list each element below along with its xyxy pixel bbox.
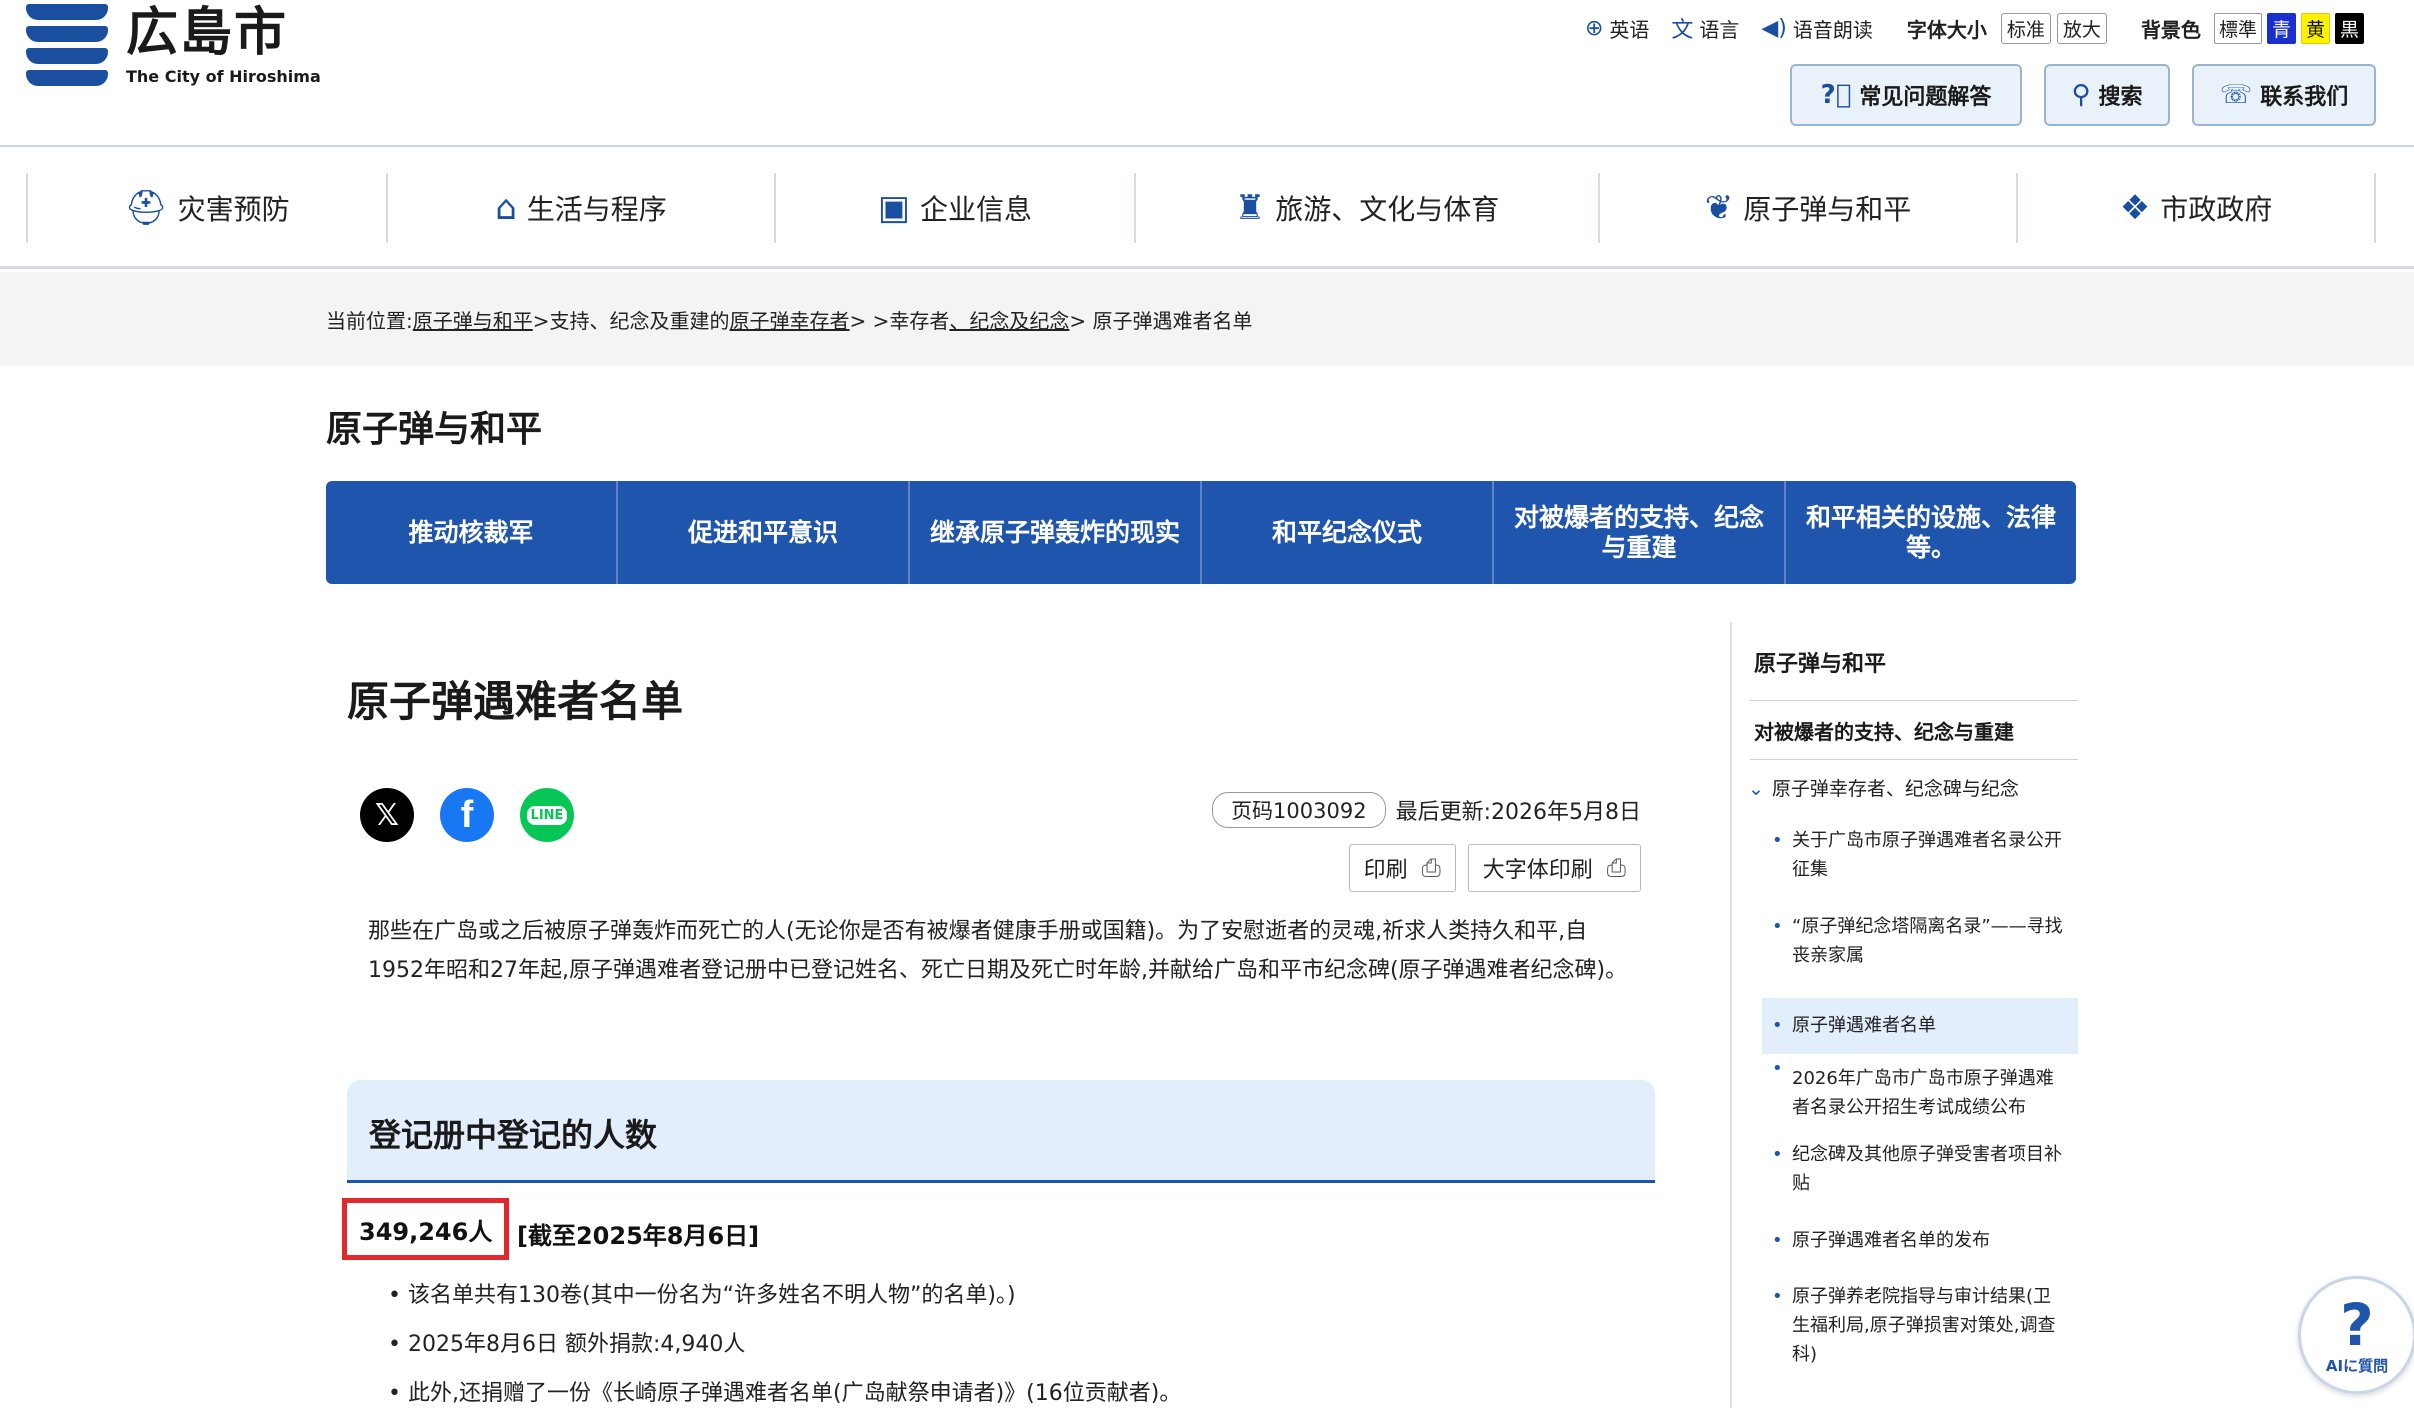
count-date: [截至2025年8月6日] xyxy=(517,1222,760,1250)
contact-button[interactable]: ☏ 联系我们 xyxy=(2192,64,2376,126)
sidebar-item[interactable]: 原子弹遇难者名单的发布 xyxy=(1762,1226,2078,1282)
global-nav: ⛑ 灾害预防 ⌂ 生活与程序 ▣ 企业信息 ♜ 旅游、文化与体育 ❦ 原子弹与和… xyxy=(0,149,2414,269)
x-share-icon[interactable]: 𝕏 xyxy=(360,788,414,842)
nav-life-procedures[interactable]: ⌂ 生活与程序 xyxy=(386,172,774,243)
nav-tourism-culture[interactable]: ♜ 旅游、文化与体育 xyxy=(1134,172,1598,243)
printer-icon: ⎙ xyxy=(1606,854,1626,882)
breadcrumb-current: > 原子弹遇难者名单 xyxy=(1069,309,1253,333)
list-item: 该名单共有130卷(其中一份名为“许多姓名不明人物”的名单)。) xyxy=(388,1275,1648,1324)
print-button[interactable]: 印刷 ⎙ xyxy=(1348,844,1456,892)
breadcrumb: 当前位置:原子弹与和平>支持、纪念及重建的原子弹幸存者> >幸存者、纪念及纪念>… xyxy=(0,272,2414,366)
ai-help-button[interactable]: ? AIに質問 xyxy=(2298,1276,2414,1394)
translate-icon: 文 xyxy=(1671,18,1694,43)
faq-button[interactable]: ?⃞ 常见问题解答 xyxy=(1790,64,2022,126)
printer-icon: ⎙ xyxy=(1421,854,1441,882)
sidebar-subcategory[interactable]: ⌄ 原子弹幸存者、纪念碑与纪念 xyxy=(1748,774,2019,801)
print-buttons: 印刷 ⎙ 大字体印刷 ⎙ xyxy=(1337,844,1641,892)
search-button[interactable]: ⚲ 搜索 xyxy=(2044,64,2170,126)
page-meta: 页码1003092 最后更新:2026年5月8日 xyxy=(1212,792,1641,828)
question-mark-icon: ? xyxy=(2340,1290,2374,1359)
sidebar-item[interactable]: 原子弹养老院指导与审计结果(卫生福利局,原子弹损害对策处,调查科) xyxy=(1762,1282,2078,1382)
sidebar-item[interactable]: 纪念碑及其他原子弹受害者项目补贴 xyxy=(1762,1140,2078,1226)
large-print-button[interactable]: 大字体印刷 ⎙ xyxy=(1467,844,1641,892)
last-updated: 最后更新:2026年5月8日 xyxy=(1395,800,1641,825)
sidebar-heading[interactable]: 原子弹与和平 xyxy=(1754,646,1886,678)
local-nav-sidebar: 原子弹与和平 对被爆者的支持、纪念与重建 ⌄原子弹幸存者、纪念碑与纪念 关于广岛… xyxy=(1730,622,2078,1408)
nav-disaster-prevention[interactable]: ⛑ 灾害预防 xyxy=(26,172,386,243)
lead-paragraph: 那些在广岛或之后被原子弹轰炸而死亡的人(无论你是否有被爆者健康手册或国籍)。为了… xyxy=(368,919,1628,983)
site-logo[interactable]: 広島市 The City of Hiroshima xyxy=(26,4,321,86)
question-doc-icon: ?⃞ xyxy=(1820,80,1852,110)
dove-icon: ❦ xyxy=(1704,187,1734,228)
section-heading: 登记册中登记的人数 xyxy=(369,1116,658,1154)
breadcrumb-text: > >幸存者 xyxy=(849,309,950,333)
section-title: 原子弹与和平 xyxy=(326,409,543,450)
font-size-label: 字体大小 xyxy=(1906,17,1987,42)
globe-icon: ⊕ xyxy=(1584,15,1604,41)
subnav-survivor-support[interactable]: 对被爆者的支持、纪念与重建 xyxy=(1494,481,1786,584)
bg-standard-button[interactable]: 標準 xyxy=(2213,12,2262,44)
sidebar-list: 关于广岛市原子弹遇难者名录公开征集 “原子弹纪念塔隔离名录”——寻找丧亲家属 原… xyxy=(1762,826,2078,1382)
breadcrumb-text: >支持、纪念及重建的 xyxy=(532,309,730,333)
line-share-icon[interactable]: LINE xyxy=(520,788,574,842)
subnav-peace-facilities[interactable]: 和平相关的设施、法律等。 xyxy=(1786,481,2076,584)
phone-icon: ☏ xyxy=(2219,80,2253,110)
search-icon: ⚲ xyxy=(2071,80,2091,110)
sidebar-item[interactable]: 2026年广岛市广岛市原子弹遇难者名录公开招生考试成绩公布 xyxy=(1762,1054,2078,1140)
house-icon: ⌂ xyxy=(495,187,517,228)
font-standard-button[interactable]: 标准 xyxy=(2000,12,2051,44)
handshake-icon: ❖ xyxy=(2119,187,2151,228)
victim-count-highlight: 349,246人 xyxy=(342,1198,510,1260)
section-sub-nav: 推动核裁军 促进和平意识 继承原子弹轰炸的现实 和平纪念仪式 对被爆者的支持、纪… xyxy=(326,481,2076,584)
nav-atomic-bomb-peace[interactable]: ❦ 原子弹与和平 xyxy=(1598,172,2016,243)
english-link[interactable]: ⊕ 英语 xyxy=(1585,14,1649,43)
read-aloud-link[interactable]: ◀) 语音朗读 xyxy=(1761,14,1873,43)
font-large-button[interactable]: 放大 xyxy=(2056,12,2107,44)
subnav-nuclear-disarmament[interactable]: 推动核裁军 xyxy=(326,481,618,584)
list-item: 此外,还捐赠了一份《长崎原子弹遇难者名单(广岛献祭申请者)》(16位贡献者)。 xyxy=(388,1373,1648,1408)
logo-japanese: 広島市 xyxy=(126,2,289,63)
sidebar-item[interactable]: “原子弹纪念塔隔离名录”——寻找丧亲家属 xyxy=(1762,912,2078,998)
section-heading-box: 登记册中登记的人数 xyxy=(347,1080,1655,1183)
social-share: 𝕏 f LINE xyxy=(360,788,600,842)
castle-icon: ♜ xyxy=(1234,187,1266,228)
helmet-icon: ⛑ xyxy=(124,187,168,228)
briefcase-icon: ▣ xyxy=(877,187,911,228)
logo-waves-icon xyxy=(26,4,108,86)
breadcrumb-link-survivors[interactable]: 原子弹幸存者 xyxy=(730,309,850,333)
list-item: 2025年8月6日 额外捐款:4,940人 xyxy=(388,1324,1648,1373)
sidebar-item[interactable]: 关于广岛市原子弹遇难者名录公开征集 xyxy=(1762,826,2078,912)
bg-yellow-button[interactable]: 黄 xyxy=(2300,12,2330,44)
speaker-icon: ◀) xyxy=(1761,15,1787,41)
sidebar-category[interactable]: 对被爆者的支持、纪念与重建 xyxy=(1754,716,2014,745)
subnav-peace-awareness[interactable]: 促进和平意识 xyxy=(618,481,910,584)
chevron-down-icon: ⌄ xyxy=(1748,778,1764,800)
logo-english: The City of Hiroshima xyxy=(126,66,321,86)
utility-bar: ⊕ 英语 文 语言 ◀) 语音朗读 字体大小 标准 放大 背景色 標準 青 黄 … xyxy=(1563,12,2364,44)
breadcrumb-prefix: 当前位置: xyxy=(326,309,413,333)
breadcrumb-link-memorial[interactable]: 、纪念及纪念 xyxy=(949,309,1069,333)
bg-black-button[interactable]: 黒 xyxy=(2334,12,2364,44)
ai-help-label: AIに質問 xyxy=(2325,1356,2389,1375)
sidebar-item-active[interactable]: 原子弹遇难者名单 xyxy=(1762,998,2078,1054)
notes-list: 该名单共有130卷(其中一份名为“许多姓名不明人物”的名单)。) 2025年8月… xyxy=(388,1275,1648,1408)
subnav-inherit-reality[interactable]: 继承原子弹轰炸的现实 xyxy=(910,481,1202,584)
site-header: 広島市 The City of Hiroshima ⊕ 英语 文 语言 ◀) 语… xyxy=(0,0,2414,147)
subnav-peace-ceremony[interactable]: 和平纪念仪式 xyxy=(1202,481,1494,584)
page-number-badge: 页码1003092 xyxy=(1212,792,1386,828)
nav-business[interactable]: ▣ 企业信息 xyxy=(774,172,1134,243)
facebook-share-icon[interactable]: f xyxy=(440,788,494,842)
header-buttons: ?⃞ 常见问题解答 ⚲ 搜索 ☏ 联系我们 xyxy=(1768,64,2376,126)
page-title: 原子弹遇难者名单 xyxy=(347,677,684,726)
victim-count: 349,246人 xyxy=(359,1217,493,1246)
nav-city-government[interactable]: ❖ 市政政府 xyxy=(2016,172,2376,243)
language-link[interactable]: 文 语言 xyxy=(1671,12,1739,44)
breadcrumb-link-peace[interactable]: 原子弹与和平 xyxy=(413,309,533,333)
bg-color-label: 背景色 xyxy=(2140,17,2201,42)
bg-blue-button[interactable]: 青 xyxy=(2266,12,2296,44)
